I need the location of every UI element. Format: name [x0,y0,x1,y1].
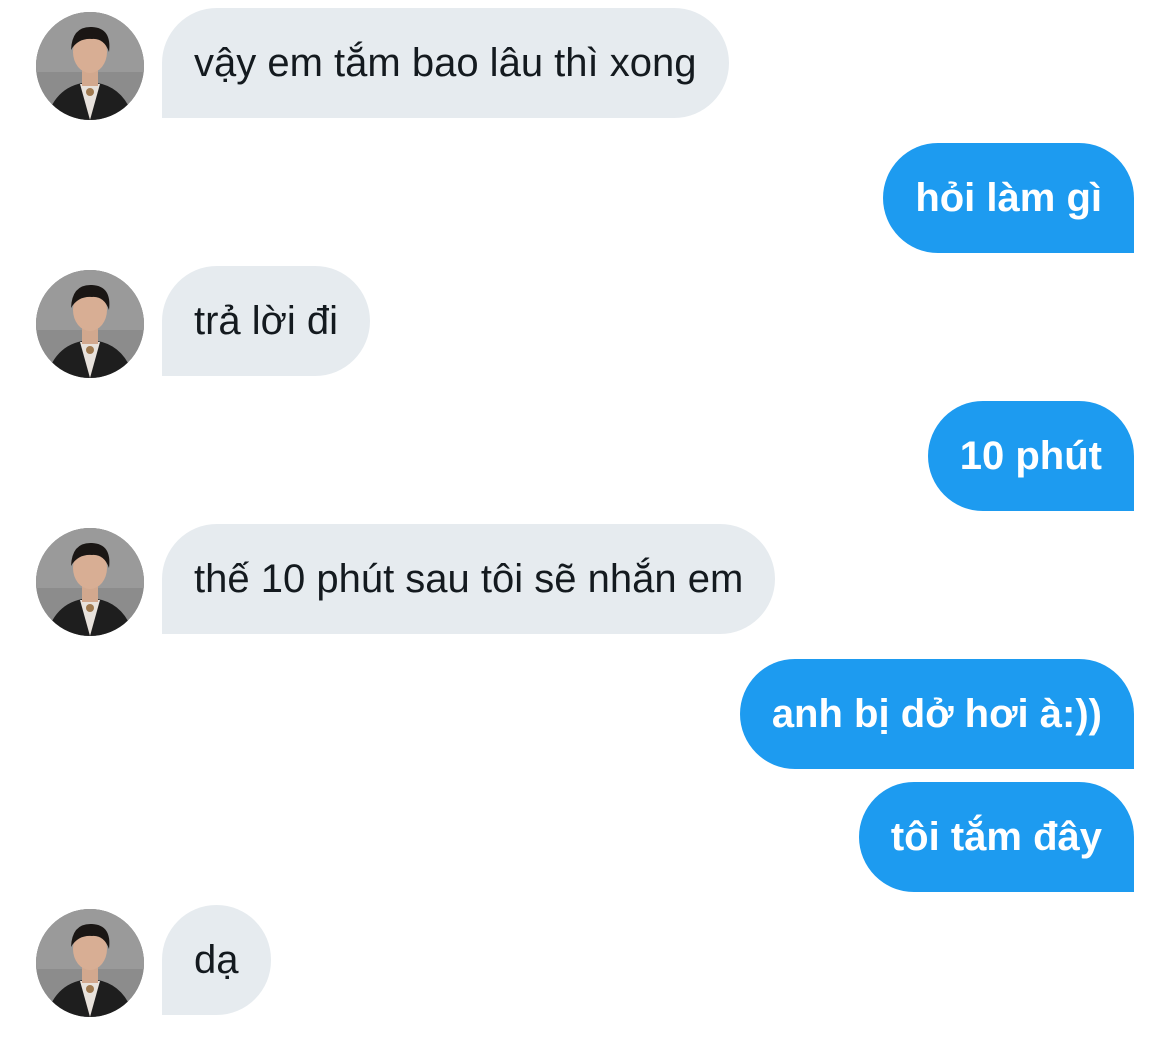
avatar-photo-icon [36,528,144,636]
incoming-message-bubble[interactable]: dạ [162,905,271,1015]
message-text: dạ [194,938,239,982]
outgoing-message-bubble[interactable]: anh bị dở hơi à:)) [739,659,1134,769]
sender-avatar[interactable] [36,12,144,120]
avatar-photo-icon [36,270,144,378]
sender-avatar[interactable] [36,270,144,378]
avatar-photo-icon [36,909,144,1017]
incoming-message-bubble[interactable]: thế 10 phút sau tôi sẽ nhắn em [162,524,776,634]
message-text: 10 phút [959,434,1102,478]
sender-avatar[interactable] [36,909,144,1017]
sender-avatar[interactable] [36,528,144,636]
incoming-message-bubble[interactable]: vậy em tắm bao lâu thì xong [162,8,729,118]
message-text: trả lời đi [194,299,339,343]
message-text: vậy em tắm bao lâu thì xong [194,41,697,85]
message-text: hỏi làm gì [915,176,1102,220]
message-text: thế 10 phút sau tôi sẽ nhắn em [194,557,744,601]
message-text: anh bị dở hơi à:)) [771,692,1102,736]
conversation-thread: vậy em tắm bao lâu thì xong hỏi làm gì t… [0,0,1170,1041]
outgoing-message-bubble[interactable]: hỏi làm gì [883,143,1134,253]
avatar-photo-icon [36,12,144,120]
outgoing-message-bubble[interactable]: 10 phút [927,401,1134,511]
message-text: tôi tắm đây [890,815,1102,859]
outgoing-message-bubble[interactable]: tôi tắm đây [858,782,1134,892]
incoming-message-bubble[interactable]: trả lời đi [162,266,371,376]
